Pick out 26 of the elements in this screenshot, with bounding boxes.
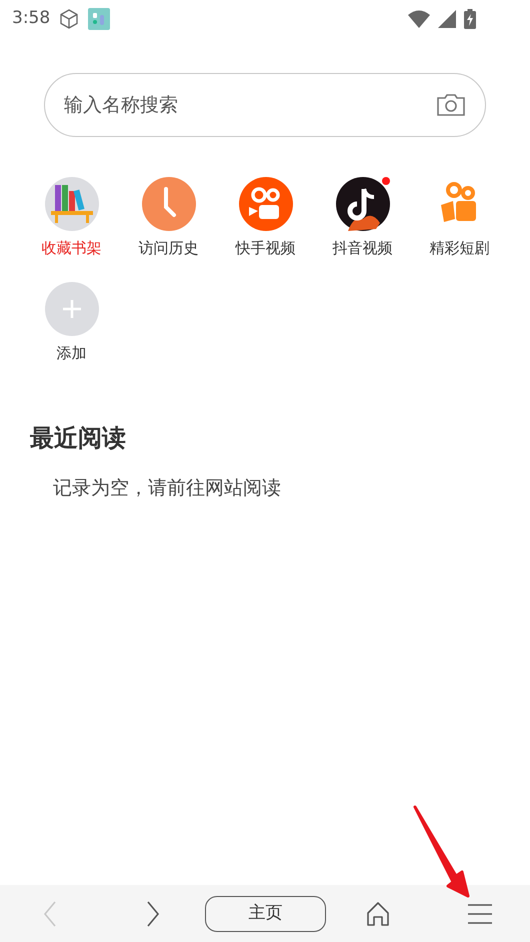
- search-field[interactable]: 输入名称搜索: [64, 90, 436, 120]
- shortcut-label[interactable]: 访问历史: [138, 237, 198, 260]
- video-camera-icon: [238, 177, 292, 231]
- home-icon[interactable]: [366, 900, 390, 926]
- status-time: 3:58: [12, 6, 50, 30]
- forward-icon[interactable]: [146, 900, 160, 926]
- app-icon: [88, 8, 110, 30]
- empty-message: 记录为空，请前往网站阅读: [53, 476, 282, 501]
- shortcut-label[interactable]: 抖音视频: [332, 237, 392, 260]
- add-icon: [44, 282, 98, 336]
- shortcut-label[interactable]: 快手视频: [236, 237, 296, 260]
- wifi-icon: [408, 10, 430, 28]
- cube-icon: [58, 8, 80, 30]
- signal-icon: [438, 10, 456, 28]
- search-bar[interactable]: 输入名称搜索: [44, 73, 486, 137]
- battery-icon: [464, 8, 476, 28]
- shortcut-label[interactable]: 收藏书架: [42, 237, 102, 260]
- bookshelf-icon: [44, 177, 98, 231]
- music-note-icon: [336, 177, 390, 231]
- section-heading: 最近阅读: [30, 423, 127, 454]
- clock-icon: [142, 177, 196, 231]
- home-page-button[interactable]: 主页: [205, 896, 326, 932]
- menu-icon[interactable]: [468, 904, 492, 924]
- shortcut-label[interactable]: 精彩短剧: [430, 237, 490, 260]
- camera-icon[interactable]: [436, 93, 466, 117]
- shortcut-label[interactable]: 添加: [56, 342, 86, 364]
